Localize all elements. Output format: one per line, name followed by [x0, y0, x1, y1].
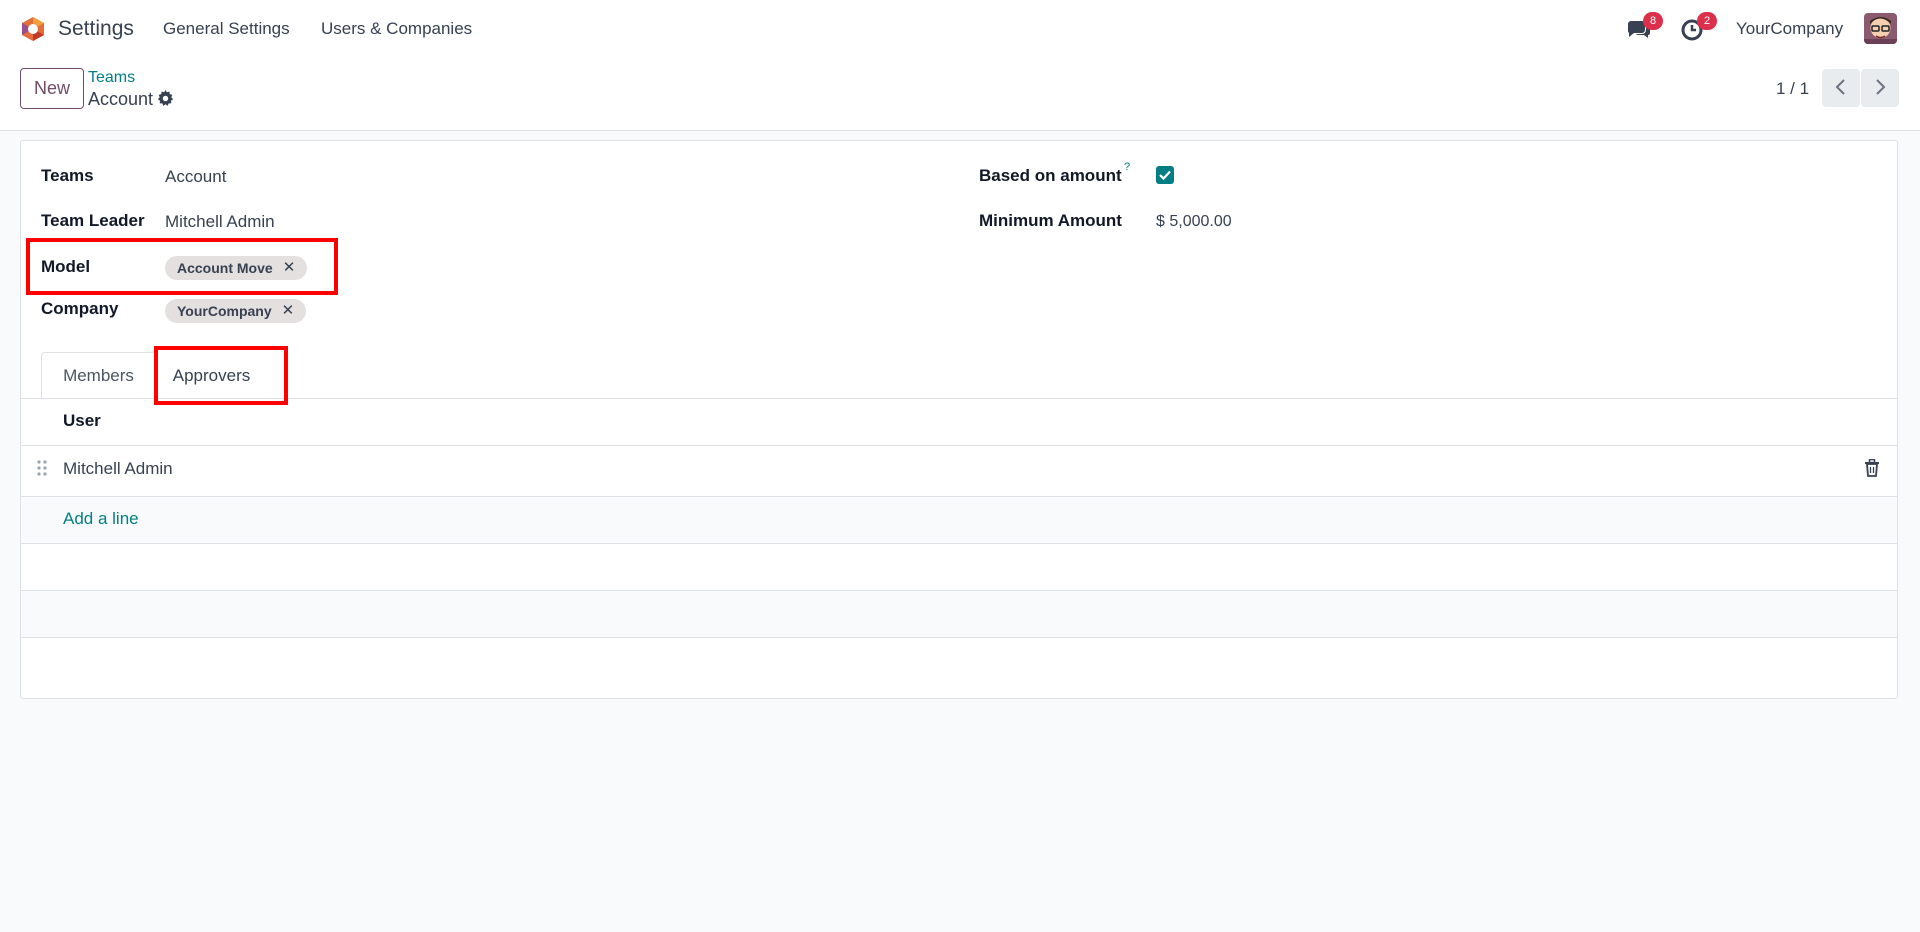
pager-value[interactable]: 1 / 1	[1776, 79, 1809, 99]
tab-members[interactable]: Members	[41, 352, 156, 399]
tabs-divider	[21, 398, 1897, 399]
odoo-logo-icon[interactable]	[20, 16, 46, 42]
pager-previous-button[interactable]	[1822, 69, 1860, 107]
form-sheet: Teams Account Team Leader Mitchell Admin…	[20, 140, 1898, 699]
minimum-amount-field[interactable]: $ 5,000.00	[1156, 213, 1232, 231]
close-icon[interactable]: ✕	[282, 299, 295, 323]
menu-general-settings[interactable]: General Settings	[163, 19, 290, 39]
trash-icon[interactable]	[1864, 459, 1880, 477]
breadcrumb-current: Account	[88, 89, 154, 109]
gear-icon[interactable]	[157, 90, 174, 107]
teams-field[interactable]: Account	[165, 167, 226, 187]
new-button[interactable]: New	[20, 68, 84, 109]
activity-count-badge: 2	[1697, 12, 1717, 30]
based-on-amount-checkbox[interactable]	[1156, 166, 1174, 184]
table-row-user[interactable]: Mitchell Admin	[63, 459, 173, 479]
control-panel: New Teams Account 1 / 1	[0, 57, 1920, 131]
check-icon	[1159, 170, 1171, 181]
column-header-user[interactable]: User	[63, 411, 101, 431]
company-tag-label: YourCompany	[177, 303, 272, 319]
row-divider	[21, 543, 1897, 544]
minimum-amount-label: Minimum Amount	[979, 211, 1122, 230]
row-divider	[21, 637, 1897, 638]
pager-next-button[interactable]	[1861, 69, 1899, 107]
approvers-highlight-box	[154, 346, 288, 405]
tab-members-label: Members	[63, 366, 134, 385]
team-leader-field[interactable]: Mitchell Admin	[165, 212, 275, 232]
chat-count-badge: 8	[1643, 12, 1663, 30]
app-name[interactable]: Settings	[58, 17, 134, 41]
add-a-line-link[interactable]: Add a line	[63, 509, 139, 529]
breadcrumb-teams-link[interactable]: Teams	[88, 69, 135, 87]
model-highlight-box	[26, 238, 338, 295]
help-tooltip-icon[interactable]: ?	[1124, 161, 1130, 173]
avatar[interactable]	[1864, 13, 1897, 44]
empty-row	[21, 591, 1897, 637]
top-navbar: Settings General Settings Users & Compan…	[0, 0, 1920, 57]
chevron-left-icon	[1835, 78, 1845, 95]
company-switcher[interactable]: YourCompany	[1736, 19, 1843, 39]
menu-users-companies[interactable]: Users & Companies	[321, 19, 472, 39]
company-label: Company	[41, 299, 119, 318]
drag-handle-icon[interactable]	[36, 459, 48, 477]
add-line-row	[21, 497, 1897, 543]
row-divider	[21, 445, 1897, 446]
based-on-amount-label: Based on amount	[979, 166, 1122, 185]
company-tag[interactable]: YourCompany ✕	[165, 299, 307, 323]
team-leader-label: Team Leader	[41, 211, 145, 230]
teams-label: Teams	[41, 166, 94, 185]
chevron-right-icon	[1876, 78, 1886, 95]
